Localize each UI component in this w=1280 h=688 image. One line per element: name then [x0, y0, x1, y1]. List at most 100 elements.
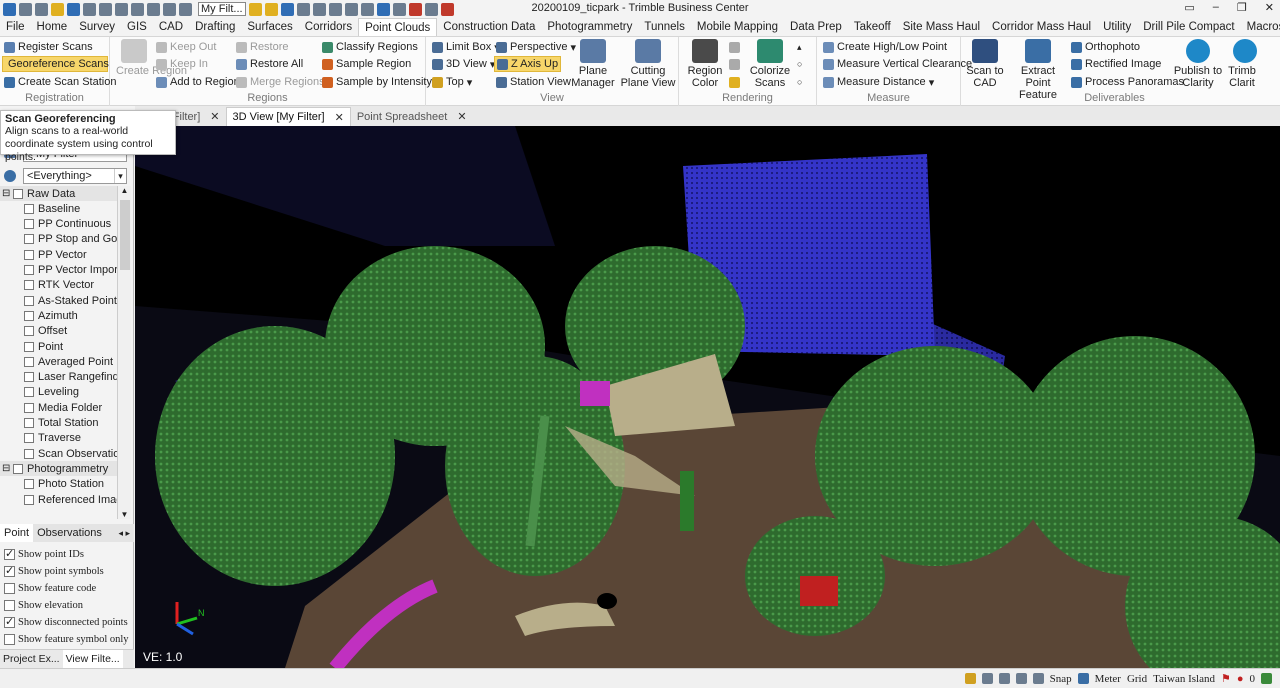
sample-region-button[interactable]: Sample Region	[322, 56, 411, 72]
create-region-button[interactable]: Create Region	[116, 39, 187, 77]
register-scans-button[interactable]: Register Scans	[4, 39, 93, 55]
tree-checkbox[interactable]	[24, 494, 34, 505]
tab-observations[interactable]: Observations	[33, 524, 106, 542]
tree-item[interactable]: As-Staked Point	[0, 293, 117, 308]
tree-item[interactable]: Media Folder	[0, 400, 117, 415]
option-checkbox[interactable]	[4, 634, 15, 645]
stop-icon[interactable]	[425, 2, 438, 16]
orthophoto-button[interactable]: Orthophoto	[1071, 39, 1140, 55]
cutting-plane-view-button[interactable]: Cutting Plane View	[620, 39, 676, 89]
grid-icon[interactable]	[981, 673, 993, 684]
undo-icon[interactable]	[19, 2, 32, 16]
select-icon[interactable]	[1015, 673, 1027, 684]
measure-vertical-clearance-button[interactable]: Measure Vertical Clearance	[823, 56, 972, 72]
option2-button[interactable]: ○	[797, 74, 802, 90]
menu-tunnels[interactable]: Tunnels	[638, 18, 691, 36]
create-high-low-point-button[interactable]: Create High/Low Point	[823, 39, 947, 55]
display-option[interactable]: Show feature symbol only	[4, 631, 132, 648]
ortho-icon[interactable]	[1032, 673, 1044, 684]
menu-utility[interactable]: Utility	[1097, 18, 1137, 36]
display-option[interactable]: Show elevation	[4, 597, 132, 614]
tree-item[interactable]: RTK Vector	[0, 278, 117, 293]
option-checkbox[interactable]	[4, 547, 15, 560]
tree-checkbox[interactable]	[24, 387, 34, 398]
close-tab-icon[interactable]: ✕	[335, 111, 344, 124]
collapse-icon[interactable]: ⊟	[2, 188, 11, 199]
perspective-button[interactable]: Perspective ▾	[496, 39, 576, 55]
menu-mobile-mapping[interactable]: Mobile Mapping	[691, 18, 784, 36]
top-view-button[interactable]: Top ▾	[432, 74, 472, 90]
render-icon[interactable]	[313, 2, 326, 16]
close-circle-icon[interactable]	[441, 2, 454, 16]
restore-all-button[interactable]: Restore All	[236, 56, 303, 72]
tab-point[interactable]: Point	[0, 524, 34, 542]
menu-takeoff[interactable]: Takeoff	[848, 18, 897, 36]
tree-item[interactable]: PP Continuous	[0, 217, 117, 232]
cube-icon[interactable]	[297, 2, 310, 16]
tree-checkbox[interactable]	[24, 479, 34, 490]
keep-in-button[interactable]: Keep In	[156, 56, 208, 72]
minimize-icon[interactable]: –	[1213, 1, 1219, 14]
menu-corridors[interactable]: Corridors	[299, 18, 358, 36]
box-icon[interactable]	[345, 2, 358, 16]
tree-checkbox[interactable]	[24, 249, 34, 260]
region-color-button[interactable]: Region Color	[685, 39, 725, 89]
layers-icon[interactable]	[147, 2, 160, 16]
close-icon[interactable]: ✕	[1265, 1, 1274, 14]
scroll-down-icon[interactable]: ▼	[118, 510, 131, 519]
palette-button[interactable]	[729, 74, 743, 90]
tree-checkbox[interactable]	[24, 265, 34, 275]
tree-group[interactable]: ⊟ Raw Data	[0, 186, 117, 201]
menu-macros[interactable]: Macros	[1241, 18, 1280, 36]
menu-surfaces[interactable]: Surfaces	[241, 18, 298, 36]
tree-item[interactable]: PP Vector Import	[0, 263, 117, 278]
save-icon[interactable]	[67, 2, 80, 16]
line-icon[interactable]	[393, 2, 406, 16]
display-option[interactable]: Show point symbols	[4, 563, 132, 580]
sort-button[interactable]: ▴	[797, 39, 802, 55]
open-folder-icon[interactable]	[51, 2, 64, 16]
menu-corridor-mass-haul[interactable]: Corridor Mass Haul	[986, 18, 1097, 36]
tree-item[interactable]: Referenced Imag	[0, 492, 117, 507]
image-icon[interactable]	[163, 2, 176, 16]
create-scan-station-button[interactable]: Create Scan Station	[4, 74, 116, 90]
everything-select[interactable]: <Everything> ▾	[23, 168, 127, 184]
filter-icon[interactable]	[265, 2, 278, 16]
georeference-scans-button[interactable]: Georeference Scans	[2, 56, 109, 72]
menu-survey[interactable]: Survey	[73, 18, 121, 36]
display-option[interactable]: Show feature code	[4, 580, 132, 597]
grid-toggle[interactable]: Grid	[1127, 673, 1147, 685]
z-axis-up-button[interactable]: Z Axis Up	[494, 56, 562, 72]
display-option[interactable]: Show point IDs	[4, 546, 132, 563]
tree-checkbox[interactable]	[24, 418, 34, 428]
tree-item[interactable]: Averaged Point R	[0, 354, 117, 369]
tab-scroll-icon[interactable]: ◂ ▸	[118, 528, 134, 539]
grid-icon[interactable]	[131, 2, 144, 16]
select-icon[interactable]	[249, 2, 262, 16]
plane-manager-button[interactable]: Plane Manager	[570, 39, 616, 89]
3d-viewport[interactable]: N VE: 1.0	[135, 126, 1280, 668]
tree-checkbox[interactable]	[24, 234, 34, 245]
lighting-button[interactable]	[729, 56, 743, 72]
tree-checkbox[interactable]	[24, 280, 34, 291]
tree-checkbox[interactable]	[13, 463, 23, 474]
unit-label[interactable]: Meter	[1095, 673, 1121, 685]
menu-point-clouds[interactable]: Point Clouds	[358, 18, 438, 36]
tree-item[interactable]: PP Stop and Go	[0, 232, 117, 247]
option-checkbox[interactable]	[4, 600, 15, 611]
tree-checkbox[interactable]	[24, 372, 34, 383]
sync-icon[interactable]	[1261, 673, 1272, 684]
menu-home[interactable]: Home	[31, 18, 74, 36]
tree-item[interactable]: Total Station	[0, 416, 117, 431]
redo-icon[interactable]	[35, 2, 48, 16]
app-icon[interactable]	[3, 2, 16, 16]
process-panoramas-button[interactable]: Process Panoramas	[1071, 74, 1184, 90]
scan-to-cad-button[interactable]: Scan to CAD	[965, 39, 1005, 89]
limit-box-button[interactable]: Limit Box ▾	[432, 39, 500, 55]
station-view-button[interactable]: Station View	[496, 74, 571, 90]
option-button[interactable]: ○	[797, 56, 802, 72]
menu-drafting[interactable]: Drafting	[189, 18, 241, 36]
settings-icon[interactable]	[99, 2, 112, 16]
menu-construction-data[interactable]: Construction Data	[437, 18, 541, 36]
menu-file[interactable]: File	[0, 18, 31, 36]
